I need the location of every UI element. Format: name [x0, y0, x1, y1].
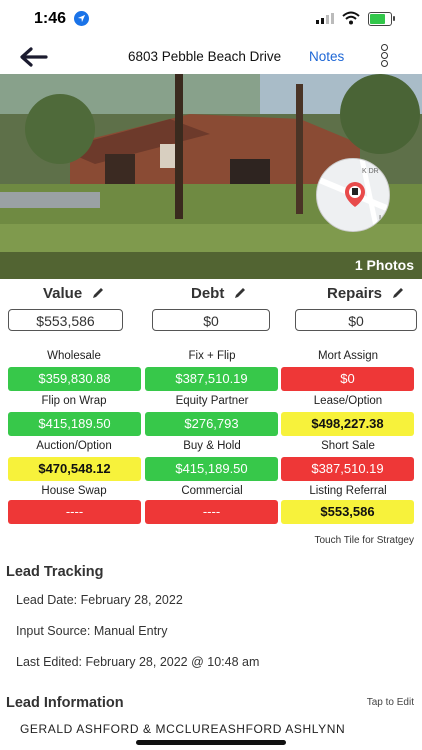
- repairs-label: Repairs: [327, 285, 383, 302]
- battery-icon: [368, 12, 395, 26]
- strategy-tile[interactable]: $415,189.50: [145, 457, 278, 481]
- edit-pencil-icon[interactable]: [233, 286, 247, 300]
- lead-tracking-heading: Lead Tracking: [6, 564, 104, 580]
- strategy-tile[interactable]: $470,548.12: [8, 457, 141, 481]
- tile-label: Listing Referral: [309, 485, 387, 497]
- tile-label: Auction/Option: [36, 440, 112, 452]
- strategy-tile[interactable]: $553,586: [281, 500, 414, 524]
- status-time: 1:46: [34, 10, 67, 27]
- last-edited-text: Last Edited: February 28, 2022 @ 10:48 a…: [16, 655, 260, 669]
- strategy-tile[interactable]: $498,227.38: [281, 412, 414, 436]
- repairs-field[interactable]: $0: [295, 309, 417, 331]
- lead-date-text: Lead Date: February 28, 2022: [16, 593, 183, 607]
- tap-to-edit-button[interactable]: Tap to Edit: [367, 697, 414, 708]
- top-nav-bar: 6803 Pebble Beach Drive Notes: [0, 40, 422, 74]
- tile-label: Short Sale: [321, 440, 375, 452]
- debt-heading[interactable]: Debt: [191, 285, 247, 302]
- cellular-signal-icon: [316, 13, 334, 24]
- strategy-tile[interactable]: $387,510.19: [281, 457, 414, 481]
- wifi-icon: [342, 11, 360, 25]
- more-options-icon[interactable]: [381, 44, 391, 72]
- tile-label: Mort Assign: [317, 350, 379, 362]
- notes-button[interactable]: Notes: [309, 49, 344, 64]
- location-arrow-icon: [74, 11, 89, 26]
- tile-hint-text: Touch Tile for Stratgey: [314, 535, 415, 546]
- edit-pencil-icon[interactable]: [391, 286, 405, 300]
- tile-label: Buy & Hold: [183, 440, 241, 452]
- strategy-tile[interactable]: ----: [8, 500, 141, 524]
- value-label: Value: [43, 285, 83, 302]
- back-arrow-icon[interactable]: [18, 46, 48, 68]
- tile-label: Commercial: [181, 485, 243, 497]
- owner-names-text[interactable]: GERALD ASHFORD & MCCLUREASHFORD ASHLYNN: [20, 722, 345, 736]
- value-heading[interactable]: Value: [43, 285, 105, 302]
- strategy-tile[interactable]: $359,830.88: [8, 367, 141, 391]
- photo-count-label: 1 Photos: [354, 257, 414, 273]
- debt-label: Debt: [191, 285, 225, 302]
- strategy-tile[interactable]: $387,510.19: [145, 367, 278, 391]
- tile-label: Flip on Wrap: [41, 395, 107, 407]
- tile-label: Lease/Option: [313, 395, 383, 407]
- map-legal-label: Legal: [379, 214, 389, 223]
- tile-label: Wholesale: [47, 350, 101, 362]
- svg-text:K DR: K DR: [362, 168, 379, 175]
- strategy-tile[interactable]: $415,189.50: [8, 412, 141, 436]
- status-bar: 1:46: [0, 0, 422, 40]
- map-thumbnail[interactable]: K DR Legal: [316, 158, 390, 232]
- value-field[interactable]: $553,586: [8, 309, 123, 331]
- tile-label: Fix + Flip: [188, 350, 236, 362]
- tile-label: House Swap: [41, 485, 107, 497]
- strategy-tile[interactable]: ----: [145, 500, 278, 524]
- repairs-heading[interactable]: Repairs: [327, 285, 405, 302]
- property-photo[interactable]: K DR Legal 1 Photos: [0, 74, 422, 279]
- strategy-tile[interactable]: $276,793: [145, 412, 278, 436]
- home-indicator[interactable]: [136, 740, 286, 745]
- debt-field[interactable]: $0: [152, 309, 270, 331]
- edit-pencil-icon[interactable]: [91, 286, 105, 300]
- lead-information-heading: Lead Information: [6, 695, 124, 711]
- tile-label: Equity Partner: [175, 395, 249, 407]
- property-address-title: 6803 Pebble Beach Drive: [128, 49, 282, 64]
- input-source-text: Input Source: Manual Entry: [16, 624, 168, 638]
- strategy-tile[interactable]: $0: [281, 367, 414, 391]
